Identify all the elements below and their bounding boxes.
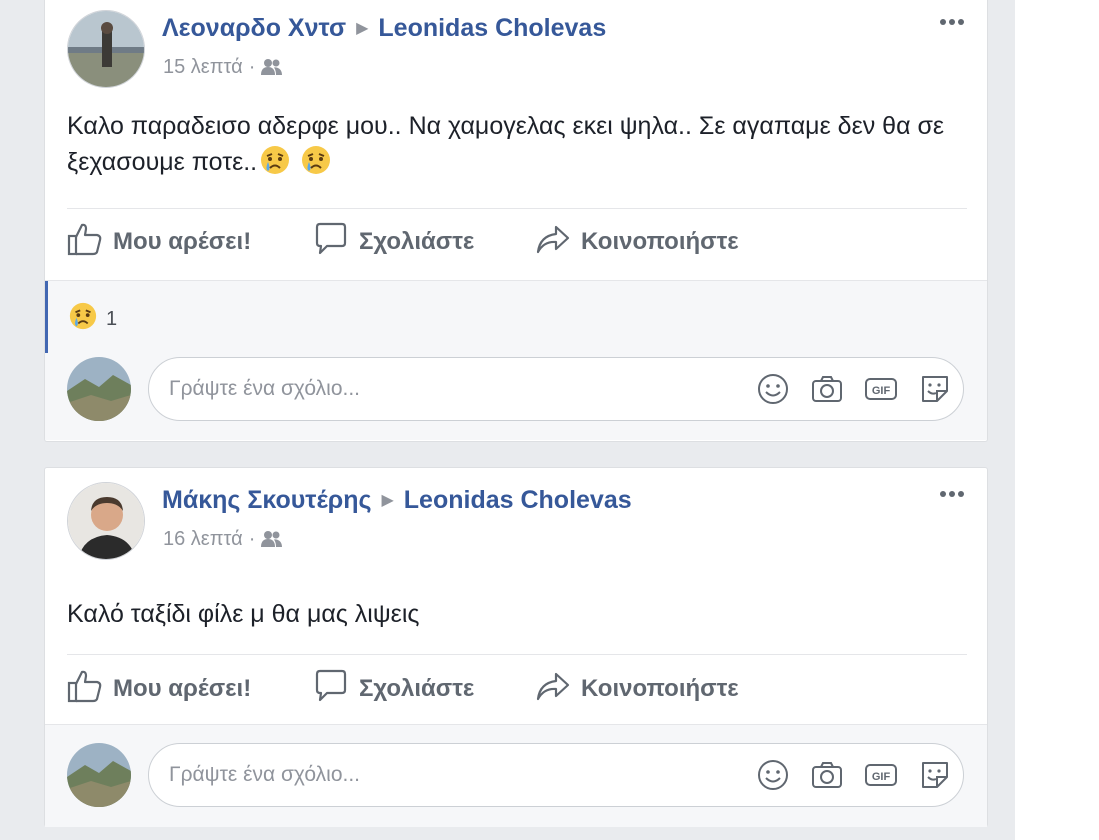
friends-audience-icon[interactable] — [261, 530, 283, 554]
reaction-count-value: 1 — [106, 307, 118, 330]
like-label: Μου αρέσει! — [113, 228, 252, 255]
svg-text:GIF: GIF — [872, 385, 891, 397]
like-button[interactable]: Μου αρέσει! — [67, 220, 251, 264]
comments-section: GIF — [45, 724, 987, 827]
thumbs-up-icon — [67, 668, 113, 711]
share-label: Κοινοποιήστε — [581, 675, 739, 702]
post-actions: Μου αρέσει! Σχολιάστε Κοινοποιήστε — [67, 667, 967, 717]
reaction-count[interactable]: 1 — [68, 301, 117, 337]
gif-icon[interactable]: GIF — [863, 757, 899, 793]
right-column — [1015, 0, 1099, 840]
post-meta: 15 λεπτά · — [163, 56, 283, 82]
share-arrow-icon — [535, 668, 581, 711]
like-button[interactable]: Μου αρέσει! — [67, 667, 251, 711]
more-options-icon[interactable] — [935, 484, 969, 504]
post-meta: 16 λεπτά · — [163, 528, 283, 554]
author-name[interactable]: Μάκης Σκουτέρης — [162, 486, 371, 514]
comment-label: Σχολιάστε — [359, 228, 475, 255]
share-button[interactable]: Κοινοποιήστε — [535, 667, 739, 711]
comment-button[interactable]: Σχολιάστε — [313, 667, 474, 711]
meta-separator: · — [248, 528, 256, 550]
comment-input-tools: GIF — [737, 371, 953, 407]
sticker-icon[interactable] — [917, 371, 953, 407]
camera-icon[interactable] — [809, 371, 845, 407]
target-name[interactable]: Leonidas Cholevas — [378, 14, 606, 42]
comments-section: 1 GIF — [45, 280, 987, 440]
feed-post: Μάκης Σκουτέρης ▶ Leonidas Cholevas 16 λεπ… — [44, 467, 988, 827]
feed-post: Λεοναρδο Χντσ ▶ Leonidas Cholevas 15 λεπτά… — [44, 0, 988, 442]
reactions-summary[interactable]: 1 — [45, 281, 987, 353]
author-avatar[interactable] — [67, 10, 145, 88]
author-name[interactable]: Λεοναρδο Χντσ — [162, 14, 346, 42]
sticker-icon[interactable] — [917, 757, 953, 793]
post-header: Λεοναρδο Χντσ ▶ Leonidas Cholevas 15 λεπτά… — [67, 10, 967, 90]
comment-button[interactable]: Σχολιάστε — [313, 220, 474, 264]
current-user-avatar[interactable] — [67, 357, 131, 421]
action-divider — [67, 654, 967, 655]
share-button[interactable]: Κοινοποιήστε — [535, 220, 739, 264]
target-name[interactable]: Leonidas Cholevas — [404, 486, 632, 514]
post-timestamp[interactable]: 15 λεπτά — [163, 56, 243, 78]
post-body: Καλο παραδεισο αδερφε μου.. Να χαμογελας… — [67, 108, 967, 186]
gif-icon[interactable]: GIF — [863, 371, 899, 407]
arrow-right-icon: ▶ — [381, 492, 394, 509]
comment-label: Σχολιάστε — [359, 675, 475, 702]
comment-input-tools: GIF — [737, 757, 953, 793]
post-author-line: Λεοναρδο Χντσ ▶ Leonidas Cholevas — [162, 14, 606, 43]
post-text: Καλό ταξίδι φίλε μ θα μας λιψεις — [67, 600, 420, 628]
sad-reaction-icon — [68, 301, 106, 337]
like-label: Μου αρέσει! — [113, 675, 252, 702]
post-author-line: Μάκης Σκουτέρης ▶ Leonidas Cholevas — [162, 486, 632, 515]
share-label: Κοινοποιήστε — [581, 228, 739, 255]
comment-bubble-icon — [313, 668, 359, 711]
thumbs-up-icon — [67, 221, 113, 264]
smiley-icon[interactable] — [755, 757, 791, 793]
write-comment-row: GIF — [67, 357, 967, 423]
comment-bubble-icon — [313, 221, 359, 264]
post-body: Καλό ταξίδι φίλε μ θα μας λιψεις — [67, 596, 967, 632]
post-timestamp[interactable]: 16 λεπτά — [163, 528, 243, 550]
action-divider — [67, 208, 967, 209]
post-header: Μάκης Σκουτέρης ▶ Leonidas Cholevas 16 λεπ… — [67, 482, 967, 562]
arrow-right-icon: ▶ — [356, 20, 369, 37]
smiley-icon[interactable] — [755, 371, 791, 407]
camera-icon[interactable] — [809, 757, 845, 793]
page-background-left — [0, 0, 22, 840]
write-comment-row: GIF — [67, 743, 967, 809]
author-avatar[interactable] — [67, 482, 145, 560]
current-user-avatar[interactable] — [67, 743, 131, 807]
post-actions: Μου αρέσει! Σχολιάστε Κοινοποιήστε — [67, 220, 967, 270]
crying-face-emoji — [259, 144, 291, 186]
post-text: Καλο παραδεισο αδερφε μου.. Να χαμογελας… — [67, 112, 945, 176]
crying-face-emoji — [300, 144, 332, 186]
friends-audience-icon[interactable] — [261, 58, 283, 82]
share-arrow-icon — [535, 221, 581, 264]
meta-separator: · — [248, 56, 256, 78]
more-options-icon[interactable] — [935, 12, 969, 32]
svg-text:GIF: GIF — [872, 771, 891, 783]
